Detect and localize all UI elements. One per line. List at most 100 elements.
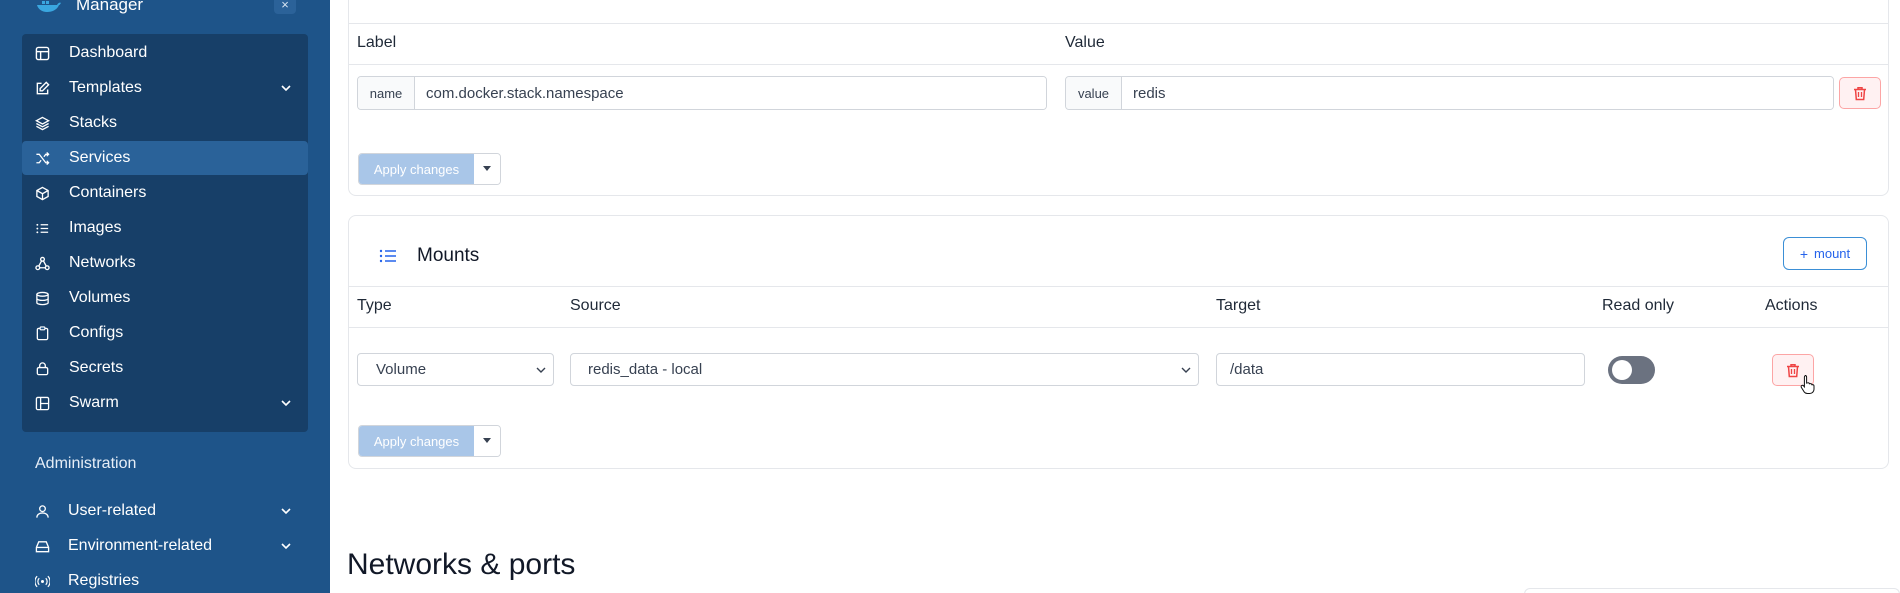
apply-options-button[interactable]: [474, 426, 500, 456]
mount-target-input[interactable]: /data: [1216, 353, 1585, 386]
plus-icon: +: [1799, 245, 1809, 262]
close-environment-button[interactable]: ×: [274, 0, 296, 14]
add-mount-button[interactable]: + mount: [1783, 237, 1867, 270]
chevron-down-icon: [1181, 367, 1191, 373]
apply-changes-group: Apply changes: [358, 425, 501, 457]
sidebar-item-label: Services: [69, 149, 131, 166]
divider: [349, 286, 1888, 287]
sidebar-item-containers[interactable]: Containers: [22, 176, 308, 210]
administration-heading: Administration: [35, 455, 137, 472]
actions-column-header: Actions: [1765, 297, 1818, 314]
layers-icon: [35, 116, 50, 131]
target-column-header: Target: [1216, 297, 1261, 314]
sidebar-item-label: Networks: [69, 254, 136, 271]
caret-down-icon: [483, 438, 491, 443]
label-column-header: Label: [357, 34, 397, 51]
shuffle-icon: [36, 151, 50, 166]
mount-source-select[interactable]: redis_data - local: [570, 353, 1199, 386]
divider: [349, 64, 1888, 65]
sidebar-item-label: Swarm: [69, 394, 119, 411]
sidebar-item-dashboard[interactable]: Dashboard: [22, 36, 308, 70]
sidebar-item-environment-related[interactable]: Environment-related: [22, 529, 308, 563]
mounts-panel: Mounts + mount Type Source Target Read o…: [348, 215, 1889, 469]
database-icon: [36, 291, 49, 306]
label-name-input[interactable]: [415, 77, 1046, 109]
apply-changes-button[interactable]: Apply changes: [359, 154, 474, 184]
lock-icon: [36, 362, 49, 376]
clipboard-icon: [36, 326, 49, 341]
toggle-knob: [1612, 360, 1632, 380]
pointer-cursor-icon: [1800, 375, 1815, 394]
chevron-down-icon: [281, 508, 291, 515]
docker-logo-icon: [37, 1, 61, 13]
type-column-header: Type: [357, 297, 392, 314]
trash-icon: [1854, 86, 1866, 100]
value-addon: value: [1066, 77, 1122, 109]
sidebar-item-volumes[interactable]: Volumes: [22, 281, 308, 315]
chevron-down-icon: [281, 85, 291, 92]
trash-icon: [1787, 363, 1799, 377]
mount-type-value: Volume: [376, 361, 427, 378]
user-icon: [36, 505, 49, 518]
mount-source-value: redis_data - local: [588, 361, 703, 378]
sidebar-item-stacks[interactable]: Stacks: [22, 106, 308, 140]
sidebar-item-networks[interactable]: Networks: [22, 246, 308, 280]
label-value-input[interactable]: [1122, 77, 1833, 109]
read-only-column-header: Read only: [1602, 297, 1675, 314]
chevron-down-icon: [536, 367, 546, 373]
apply-changes-button[interactable]: Apply changes: [359, 426, 474, 456]
read-only-toggle[interactable]: [1608, 356, 1655, 384]
labels-panel: Label Value name value Apply changes: [348, 0, 1889, 196]
apply-changes-group: Apply changes: [358, 153, 501, 185]
sidebar: Manager × Dashboard Templates Stacks Ser…: [0, 0, 330, 593]
sidebar-item-templates[interactable]: Templates: [22, 71, 308, 105]
networks-ports-heading: Networks & ports: [347, 548, 576, 581]
apply-options-button[interactable]: [474, 154, 500, 184]
sidebar-item-registries[interactable]: Registries: [22, 564, 308, 593]
list-icon: [36, 223, 49, 234]
radio-icon: [35, 575, 50, 588]
sidebar-item-label: Secrets: [69, 359, 124, 376]
sidebar-item-label: Configs: [69, 324, 124, 341]
chevron-down-icon: [281, 543, 291, 550]
sidebar-item-label: User-related: [68, 502, 157, 519]
edit-icon: [36, 81, 50, 95]
divider: [349, 327, 1888, 328]
floating-panel: [1524, 588, 1900, 593]
sidebar-item-label: Dashboard: [69, 44, 148, 61]
sidebar-item-services[interactable]: Services: [22, 141, 308, 175]
remove-label-button[interactable]: [1839, 77, 1881, 109]
network-icon: [35, 256, 50, 271]
hdd-icon: [35, 541, 50, 553]
sidebar-item-secrets[interactable]: Secrets: [22, 351, 308, 385]
sidebar-item-swarm[interactable]: Swarm: [22, 386, 308, 420]
grid-icon: [35, 396, 50, 411]
sidebar-item-user-related[interactable]: User-related: [22, 494, 308, 528]
brand[interactable]: Manager: [36, 0, 143, 18]
add-mount-label: mount: [1814, 246, 1851, 261]
sidebar-item-label: Templates: [69, 79, 142, 96]
mount-target-value: /data: [1230, 361, 1264, 378]
sidebar-item-label: Stacks: [69, 114, 118, 131]
chevron-down-icon: [281, 400, 291, 407]
sidebar-item-label: Images: [69, 219, 122, 236]
mount-type-select[interactable]: Volume: [357, 353, 554, 386]
sidebar-item-configs[interactable]: Configs: [22, 316, 308, 350]
name-addon: name: [358, 77, 415, 109]
value-column-header: Value: [1065, 34, 1105, 51]
divider: [349, 23, 1888, 24]
sidebar-item-label: Environment-related: [68, 537, 213, 554]
sidebar-item-label: Registries: [68, 572, 140, 589]
caret-down-icon: [483, 166, 491, 171]
label-name-group: name: [357, 76, 1047, 110]
dashboard-icon: [35, 46, 50, 61]
sidebar-item-label: Volumes: [69, 289, 131, 306]
sidebar-item-images[interactable]: Images: [22, 211, 308, 245]
source-column-header: Source: [570, 297, 621, 314]
brand-name: Manager: [76, 0, 144, 14]
list-icon: [379, 249, 396, 263]
label-value-group: value: [1065, 76, 1834, 110]
mounts-title: Mounts: [417, 245, 480, 266]
box-icon: [36, 186, 49, 201]
sidebar-item-label: Containers: [69, 184, 147, 201]
